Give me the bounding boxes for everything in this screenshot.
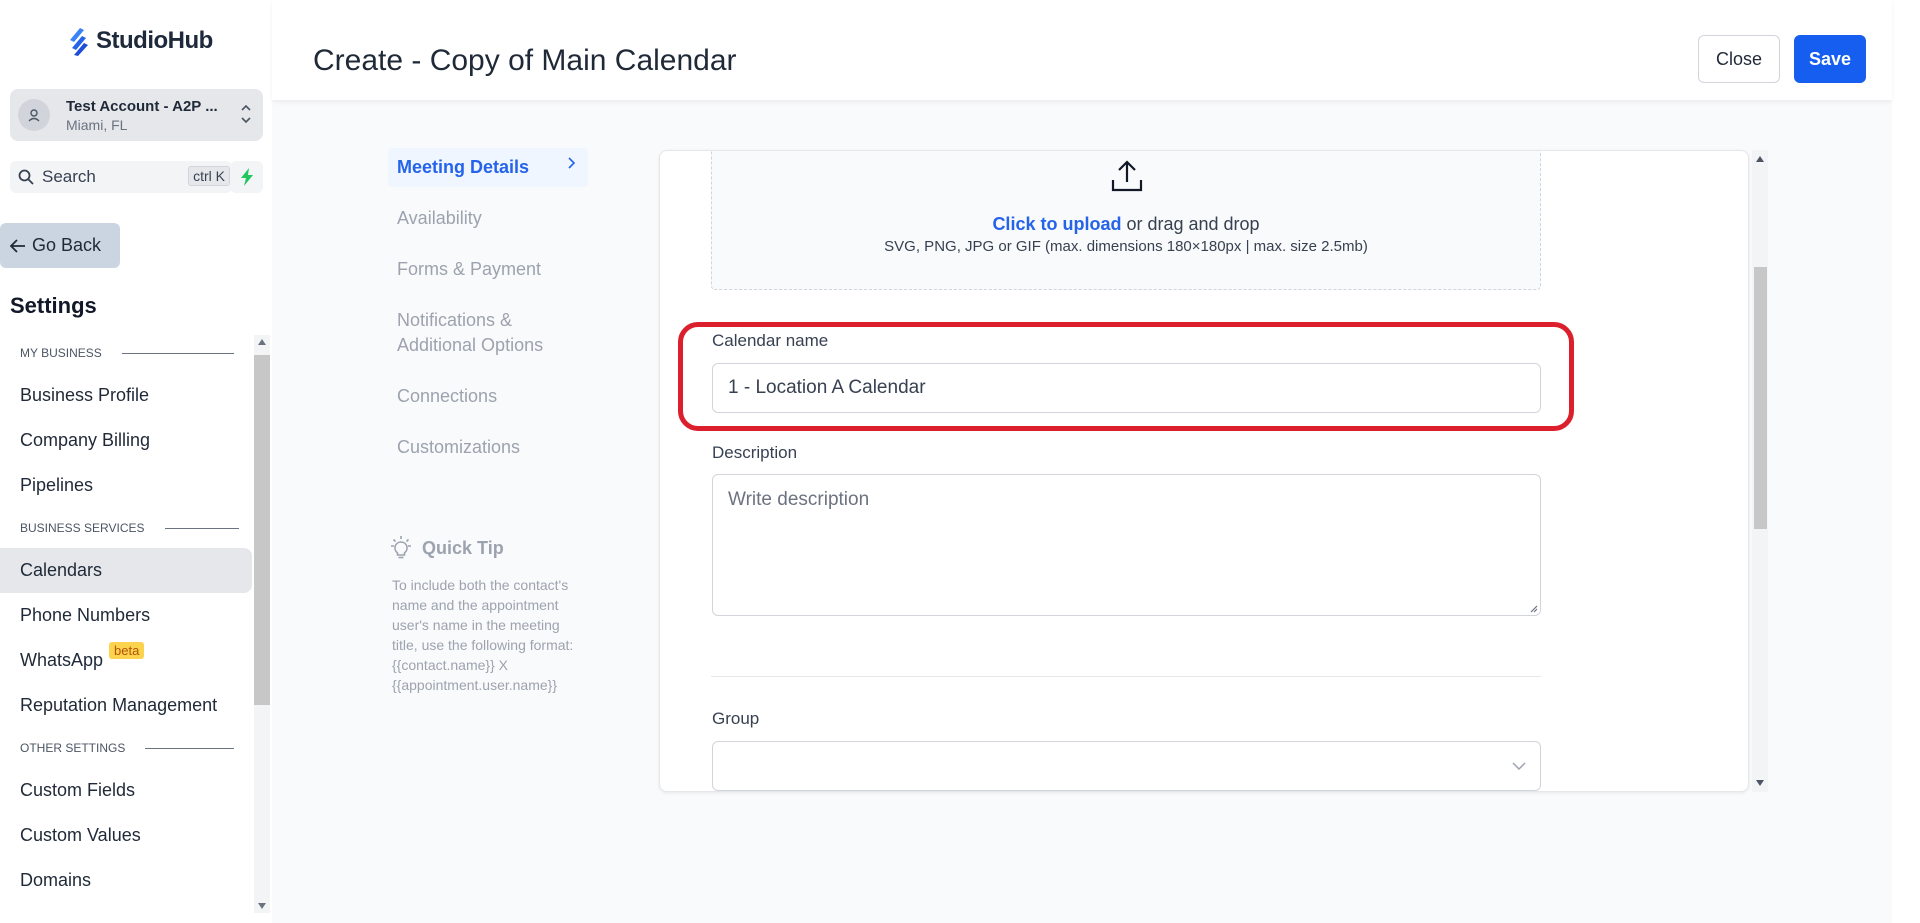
sidebar-scrollbar[interactable]: [254, 335, 270, 913]
chevron-right-icon: [568, 157, 576, 169]
sidebar-item-domains[interactable]: Domains: [0, 858, 254, 903]
description-label: Description: [712, 443, 798, 462]
go-back-button[interactable]: Go Back: [0, 223, 120, 268]
nav-section-header: MY BUSINESS: [0, 333, 254, 373]
nav-item-label: Domains: [20, 870, 92, 890]
nav-section-header: BUSINESS SERVICES: [0, 508, 254, 548]
sidebar-item-reputation-management[interactable]: Reputation Management: [0, 683, 254, 728]
section-divider: [164, 527, 239, 529]
sidebar-item-phone-numbers[interactable]: Phone Numbers: [0, 593, 254, 638]
nav-item-label: Custom Fields: [20, 780, 136, 800]
sidebar-item-company-billing[interactable]: Company Billing: [0, 418, 254, 463]
tab-customizations[interactable]: Customizations: [388, 428, 588, 467]
tab-connections[interactable]: Connections: [388, 377, 588, 416]
search-icon: [18, 169, 34, 185]
sidebar-item-pipelines[interactable]: Pipelines: [0, 463, 254, 508]
section-divider: [711, 676, 1541, 677]
beta-badge: beta: [109, 642, 145, 659]
logo-icon: [70, 28, 88, 56]
quick-tip-title: Quick Tip: [422, 537, 504, 558]
quick-tip-body: To include both the contact's name and t…: [392, 577, 574, 693]
scrollbar-thumb[interactable]: [1754, 267, 1767, 529]
description-textarea[interactable]: Write description: [712, 474, 1541, 616]
scroll-up-arrow[interactable]: [1756, 156, 1764, 162]
tab-label: Forms & Payment: [397, 259, 542, 279]
brand-logo[interactable]: StudioHub: [66, 26, 213, 56]
nav-item-label: Calendars: [20, 560, 103, 580]
quick-tip: Quick Tip To include both the contact's …: [388, 535, 588, 695]
section-title: BUSINESS SERVICES: [20, 521, 145, 535]
go-back-label: Go Back: [32, 235, 102, 255]
location-icon: [18, 99, 50, 131]
click-to-upload-link[interactable]: Click to upload: [992, 214, 1121, 234]
scrollbar-thumb[interactable]: [254, 355, 270, 705]
settings-title: Settings: [10, 293, 97, 318]
chevron-up-down-icon: [241, 104, 251, 124]
brand-name: StudioHub: [96, 27, 213, 54]
nav-section-header: OTHER SETTINGS: [0, 728, 254, 768]
logo-upload-dropzone[interactable]: Click to upload or drag and drop SVG, PN…: [711, 151, 1541, 290]
description-placeholder: Write description: [728, 489, 870, 510]
upload-icon: [1111, 160, 1143, 192]
upload-prompt: Click to upload or drag and drop: [712, 214, 1540, 235]
sidebar-item-custom-fields[interactable]: Custom Fields: [0, 768, 254, 813]
tab-label: Meeting Details: [397, 157, 530, 177]
nav-item-label: Business Profile: [20, 385, 150, 405]
nav-item-label: Phone Numbers: [20, 605, 151, 625]
scroll-down-arrow[interactable]: [258, 903, 266, 909]
lightbulb-icon: [391, 536, 411, 559]
lightning-icon: [240, 168, 253, 186]
account-location: Miami, FL: [66, 116, 128, 133]
nav-item-label: Pipelines: [20, 475, 94, 495]
tab-label: Customizations: [397, 437, 521, 457]
settings-nav: MY BUSINESS Business Profile Company Bil…: [0, 333, 254, 910]
scroll-down-arrow[interactable]: [1756, 780, 1764, 786]
section-divider: [121, 352, 234, 354]
tab-label: Notifications & Additional Options: [397, 310, 544, 355]
upload-drag-text: or drag and drop: [1121, 214, 1260, 234]
sidebar-item-custom-values[interactable]: Custom Values: [0, 813, 254, 858]
main-content: Create - Copy of Main Calendar Close Sav…: [272, 0, 1892, 923]
tab-forms-payment[interactable]: Forms & Payment: [388, 250, 588, 289]
search-shortcut: ctrl K: [188, 166, 230, 186]
sidebar-item-business-profile[interactable]: Business Profile: [0, 373, 254, 418]
calendar-settings-tabs: Meeting Details Availability Forms & Pay…: [388, 148, 588, 479]
account-name: Test Account - A2P ...: [66, 97, 218, 115]
section-title: MY BUSINESS: [20, 346, 102, 360]
save-button[interactable]: Save: [1794, 35, 1866, 83]
close-button[interactable]: Close: [1698, 35, 1780, 83]
resize-handle-icon[interactable]: [1528, 603, 1538, 613]
group-select[interactable]: [712, 741, 1541, 791]
form-scrollbar[interactable]: [1752, 150, 1768, 792]
quick-actions-button[interactable]: [230, 161, 263, 193]
account-switcher[interactable]: Test Account - A2P ... Miami, FL: [10, 89, 263, 141]
upload-hint: SVG, PNG, JPG or GIF (max. dimensions 18…: [884, 238, 1368, 255]
tab-availability[interactable]: Availability: [388, 199, 588, 238]
nav-item-label: WhatsApp: [20, 650, 104, 670]
tab-notifications[interactable]: Notifications & Additional Options: [388, 301, 588, 365]
nav-item-label: Company Billing: [20, 430, 151, 450]
search-bar[interactable]: Search ctrl K: [10, 161, 232, 193]
meeting-details-form: Click to upload or drag and drop SVG, PN…: [659, 150, 1749, 792]
page-title: Create - Copy of Main Calendar: [313, 44, 737, 77]
tab-label: Connections: [397, 386, 498, 406]
section-divider: [145, 747, 235, 749]
section-title: OTHER SETTINGS: [20, 741, 126, 755]
nav-item-label: Reputation Management: [20, 695, 218, 715]
search-label: Search: [42, 167, 96, 186]
calendar-name-label: Calendar name: [712, 331, 829, 350]
tab-meeting-details[interactable]: Meeting Details: [388, 148, 588, 187]
tab-label: Availability: [397, 208, 482, 228]
sidebar-item-whatsapp[interactable]: WhatsApp beta: [0, 638, 254, 683]
header-bar: Create - Copy of Main Calendar Close Sav…: [272, 0, 1892, 100]
sidebar: StudioHub Test Account - A2P ... Miami, …: [0, 0, 272, 923]
scroll-up-arrow[interactable]: [258, 339, 266, 345]
chevron-down-icon: [1512, 762, 1526, 770]
sidebar-item-calendars[interactable]: Calendars: [0, 548, 252, 593]
group-label: Group: [712, 709, 760, 728]
calendar-name-input[interactable]: 1 - Location A Calendar: [712, 363, 1541, 413]
nav-item-label: Custom Values: [20, 825, 141, 845]
arrow-left-icon: [10, 238, 25, 253]
